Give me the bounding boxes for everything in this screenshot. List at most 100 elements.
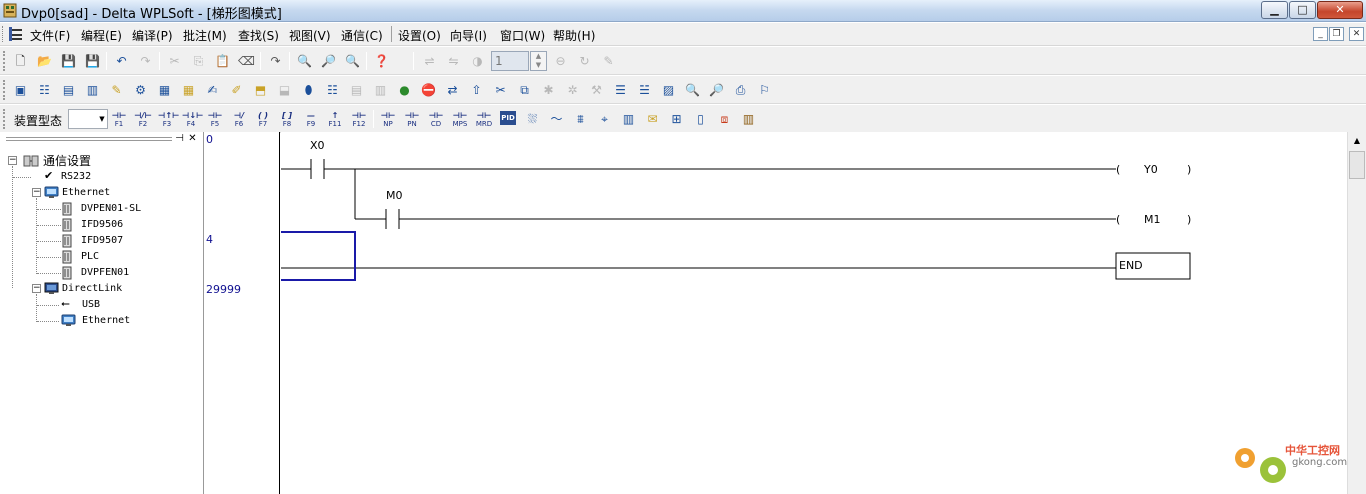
device-comment-icon[interactable]: ⚙ bbox=[132, 81, 149, 98]
f4-contact-button[interactable]: ⊣↓⊢ F4 bbox=[182, 112, 203, 129]
f9-line-button[interactable]: — F9 bbox=[302, 112, 320, 129]
undo-icon[interactable]: ↶ bbox=[113, 52, 130, 69]
menu-window[interactable]: 窗口(W) bbox=[500, 27, 545, 44]
plc-read-icon[interactable]: ▣ bbox=[12, 81, 29, 98]
device-monitor-icon[interactable]: ▤ bbox=[348, 81, 365, 98]
scroll-thumb[interactable] bbox=[1349, 151, 1365, 179]
ladder-editor[interactable]: X0 ( Y0 ) M0 ( M1 ) END bbox=[281, 132, 1347, 494]
print-icon[interactable]: ⎙ bbox=[732, 81, 749, 98]
mdi-minimize-button[interactable]: _ bbox=[1313, 27, 1328, 41]
tools-icon[interactable]: ✂ bbox=[492, 81, 509, 98]
device-type-select[interactable]: ▼ bbox=[68, 109, 108, 129]
step-icon[interactable]: ◑ bbox=[469, 52, 486, 69]
menu-communication[interactable]: 通信(C) bbox=[341, 27, 383, 44]
tree-item-rs232[interactable]: RS232 bbox=[61, 169, 91, 185]
cut-icon[interactable]: ✂ bbox=[166, 52, 183, 69]
zoom-out-icon[interactable]: 🔍 bbox=[344, 52, 361, 69]
refresh-icon[interactable]: ↻ bbox=[576, 52, 593, 69]
redo-icon[interactable]: ↷ bbox=[137, 52, 154, 69]
counter-icon[interactable]: ▥ bbox=[620, 110, 637, 127]
instruction-mode-icon[interactable]: ▤ bbox=[60, 81, 77, 98]
menu-compile[interactable]: 编译(P) bbox=[132, 27, 173, 44]
force-icon[interactable]: ⚒ bbox=[588, 81, 605, 98]
mps-button[interactable]: ⊣⊢ MPS bbox=[451, 112, 469, 129]
pid-button[interactable]: PID bbox=[500, 111, 516, 125]
close-button[interactable]: ✕ bbox=[1317, 1, 1363, 19]
f6-contact-button[interactable]: ⊣/F6 bbox=[230, 112, 248, 129]
position-icon[interactable]: ⌖ bbox=[596, 110, 613, 127]
f12-contact-button[interactable]: ⊣⊢ F12 bbox=[350, 112, 368, 129]
copy-icon[interactable]: ⎘ bbox=[190, 52, 207, 69]
zoom-in-icon[interactable]: 🔎 bbox=[320, 52, 337, 69]
ladder-line-icon[interactable]: ☰ bbox=[612, 81, 629, 98]
menu-edit[interactable]: 编程(E) bbox=[81, 27, 122, 44]
step-input[interactable]: 1 bbox=[491, 51, 529, 71]
collapse-toggle[interactable]: − bbox=[32, 284, 41, 293]
sfc-mode-icon[interactable]: ▥ bbox=[84, 81, 101, 98]
table-icon[interactable]: ▦ bbox=[156, 81, 173, 98]
tree-item-directlink[interactable]: DirectLink bbox=[62, 281, 122, 297]
collapse-toggle[interactable]: − bbox=[32, 188, 41, 197]
menu-view[interactable]: 视图(V) bbox=[289, 27, 331, 44]
find-icon[interactable]: 🔎 bbox=[708, 81, 725, 98]
image-icon[interactable]: ▨ bbox=[660, 81, 677, 98]
toolbar-grip[interactable] bbox=[3, 51, 6, 71]
zoom-icon[interactable]: 🔍 bbox=[296, 52, 313, 69]
monitor-stop-icon[interactable]: ⬓ bbox=[276, 81, 293, 98]
menu-comment[interactable]: 批注(M) bbox=[183, 27, 227, 44]
network-icon[interactable]: ⚐ bbox=[756, 81, 773, 98]
mdi-restore-button[interactable]: ❐ bbox=[1329, 27, 1344, 41]
np-button[interactable]: ⊣⊢ NP bbox=[379, 112, 397, 129]
scroll-up-arrow-icon[interactable]: ▲ bbox=[1349, 133, 1365, 149]
pulse-icon[interactable]: ⛆ bbox=[524, 110, 541, 127]
help-icon[interactable]: ❓ bbox=[373, 52, 390, 69]
tree-item-dvpfen01[interactable]: DVPFEN01 bbox=[81, 265, 129, 281]
block-icon[interactable]: ▥ bbox=[740, 110, 757, 127]
tree-root-label[interactable]: 通信设置 bbox=[43, 153, 91, 169]
menu-wizard[interactable]: 向导(I) bbox=[450, 27, 487, 44]
tree-item-directlink-ethernet[interactable]: Ethernet bbox=[82, 313, 130, 329]
stop-run-icon[interactable]: ⛔ bbox=[420, 81, 437, 98]
open-folder-icon[interactable]: 📂 bbox=[36, 52, 53, 69]
minimize-button[interactable]: ▁ bbox=[1261, 1, 1288, 19]
transfer-icon[interactable]: ⇄ bbox=[444, 81, 461, 98]
mrd-button[interactable]: ⊣⊢ MRD bbox=[475, 112, 493, 129]
close-icon[interactable]: ✕ bbox=[187, 134, 198, 145]
code-icon[interactable]: ⧉ bbox=[516, 81, 533, 98]
caption-grip[interactable] bbox=[6, 137, 172, 141]
eraser-icon[interactable]: ⌫ bbox=[238, 52, 255, 69]
new-file-icon[interactable]: 🗋 bbox=[12, 52, 29, 69]
stop-icon[interactable]: ⊖ bbox=[552, 52, 569, 69]
toolbar-grip[interactable] bbox=[3, 80, 6, 100]
run-icon[interactable]: ● bbox=[396, 81, 413, 98]
f3-contact-button[interactable]: ⊣↑⊢ F3 bbox=[158, 112, 179, 129]
menu-settings[interactable]: 设置(O) bbox=[398, 27, 441, 44]
f11-branch-button[interactable]: ↑ F11 bbox=[326, 112, 344, 129]
tree-item-usb[interactable]: USB bbox=[82, 297, 100, 313]
step-spinner[interactable]: ▲ ▼ bbox=[530, 51, 547, 71]
collapse-toggle[interactable]: − bbox=[8, 156, 17, 165]
ladder-doc-icon[interactable] bbox=[8, 26, 25, 42]
toolbar-grip[interactable] bbox=[3, 109, 6, 129]
mdi-close-button[interactable]: ✕ bbox=[1349, 27, 1364, 41]
mail-icon[interactable]: ✉ bbox=[644, 110, 661, 127]
pin-icon[interactable]: ⬮ bbox=[300, 81, 317, 98]
tree-item-ifd9507[interactable]: IFD9507 bbox=[81, 233, 123, 249]
maximize-button[interactable]: □ bbox=[1289, 1, 1316, 19]
wave-icon[interactable]: 〜 bbox=[548, 110, 565, 127]
list-icon[interactable]: ☱ bbox=[636, 81, 653, 98]
tree-item-ifd9506[interactable]: IFD9506 bbox=[81, 217, 123, 233]
reset-icon[interactable]: ✲ bbox=[564, 81, 581, 98]
cd-button[interactable]: ⊣⊢ CD bbox=[427, 112, 445, 129]
menu-search[interactable]: 查找(S) bbox=[238, 27, 279, 44]
memo-icon[interactable]: ▦ bbox=[180, 81, 197, 98]
split-icon[interactable]: ⊞ bbox=[668, 110, 685, 127]
compile-icon[interactable]: ⇌ bbox=[421, 52, 438, 69]
menu-file[interactable]: 文件(F) bbox=[30, 27, 70, 44]
upload-icon[interactable]: ⇧ bbox=[468, 81, 485, 98]
tree-item-dvpen01-sl[interactable]: DVPEN01-SL bbox=[81, 201, 141, 217]
monitor-start-icon[interactable]: ⬒ bbox=[252, 81, 269, 98]
edit-comment-icon[interactable]: ✎ bbox=[108, 81, 125, 98]
ladder-monitor-icon[interactable]: ☷ bbox=[324, 81, 341, 98]
module-icon[interactable]: ⧈ bbox=[716, 110, 733, 127]
